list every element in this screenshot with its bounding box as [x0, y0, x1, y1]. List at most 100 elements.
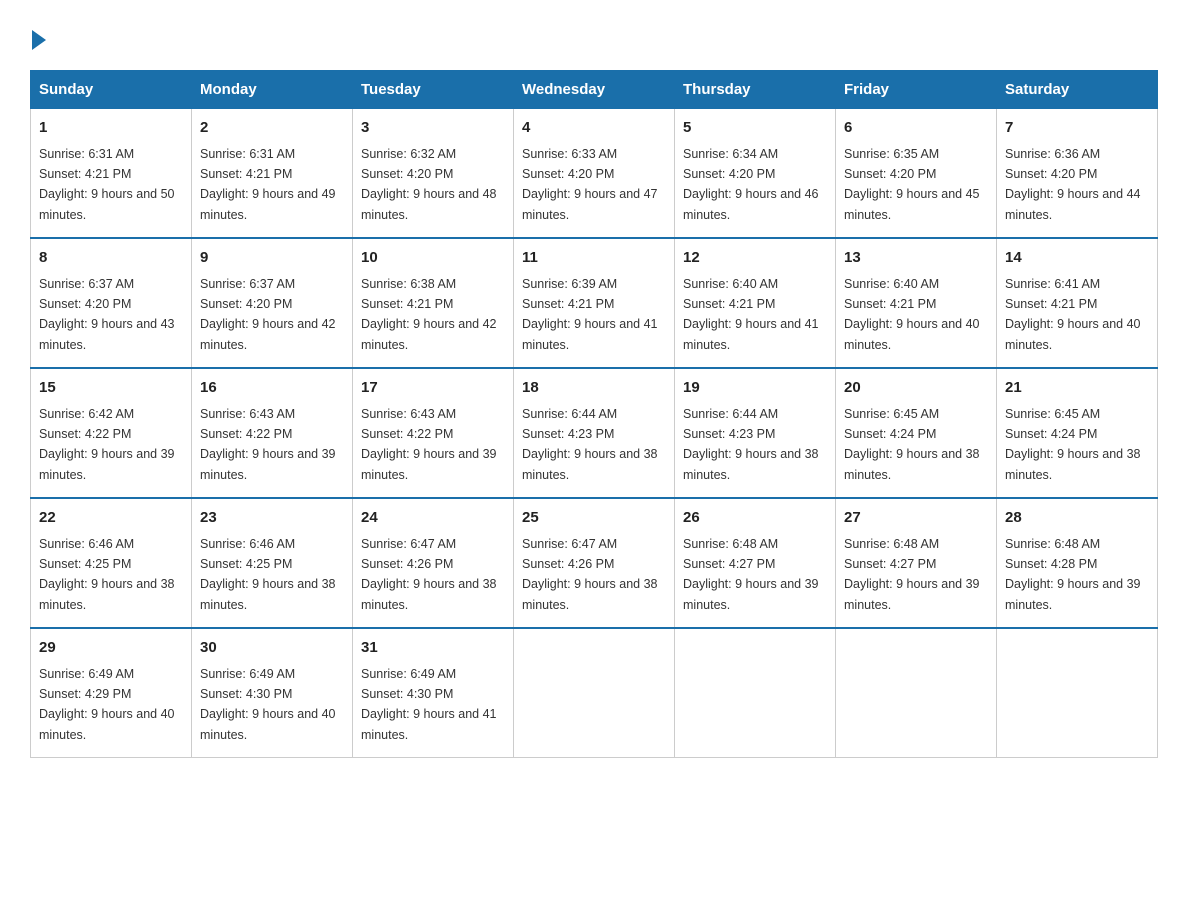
calendar-cell: 28 Sunrise: 6:48 AMSunset: 4:28 PMDaylig…	[997, 498, 1158, 628]
day-info: Sunrise: 6:36 AMSunset: 4:20 PMDaylight:…	[1005, 147, 1141, 222]
day-number: 11	[522, 247, 666, 270]
weekday-header-sunday: Sunday	[31, 71, 192, 109]
weekday-header-saturday: Saturday	[997, 71, 1158, 109]
calendar-cell: 23 Sunrise: 6:46 AMSunset: 4:25 PMDaylig…	[192, 498, 353, 628]
calendar-cell: 11 Sunrise: 6:39 AMSunset: 4:21 PMDaylig…	[514, 238, 675, 368]
calendar-cell: 20 Sunrise: 6:45 AMSunset: 4:24 PMDaylig…	[836, 368, 997, 498]
calendar-cell: 13 Sunrise: 6:40 AMSunset: 4:21 PMDaylig…	[836, 238, 997, 368]
day-info: Sunrise: 6:46 AMSunset: 4:25 PMDaylight:…	[200, 537, 336, 612]
calendar-cell: 30 Sunrise: 6:49 AMSunset: 4:30 PMDaylig…	[192, 628, 353, 758]
calendar-week-row: 8 Sunrise: 6:37 AMSunset: 4:20 PMDayligh…	[31, 238, 1158, 368]
day-info: Sunrise: 6:48 AMSunset: 4:28 PMDaylight:…	[1005, 537, 1141, 612]
calendar-cell: 6 Sunrise: 6:35 AMSunset: 4:20 PMDayligh…	[836, 109, 997, 239]
day-number: 19	[683, 377, 827, 400]
day-number: 18	[522, 377, 666, 400]
calendar-cell: 14 Sunrise: 6:41 AMSunset: 4:21 PMDaylig…	[997, 238, 1158, 368]
day-info: Sunrise: 6:38 AMSunset: 4:21 PMDaylight:…	[361, 277, 497, 352]
day-number: 17	[361, 377, 505, 400]
day-number: 7	[1005, 117, 1149, 140]
day-number: 30	[200, 637, 344, 660]
weekday-header-row: SundayMondayTuesdayWednesdayThursdayFrid…	[31, 71, 1158, 109]
logo	[30, 30, 50, 50]
day-number: 20	[844, 377, 988, 400]
day-info: Sunrise: 6:44 AMSunset: 4:23 PMDaylight:…	[522, 407, 658, 482]
day-number: 8	[39, 247, 183, 270]
page-header	[30, 30, 1158, 50]
day-info: Sunrise: 6:39 AMSunset: 4:21 PMDaylight:…	[522, 277, 658, 352]
day-number: 10	[361, 247, 505, 270]
day-info: Sunrise: 6:32 AMSunset: 4:20 PMDaylight:…	[361, 147, 497, 222]
day-number: 27	[844, 507, 988, 530]
day-info: Sunrise: 6:31 AMSunset: 4:21 PMDaylight:…	[39, 147, 175, 222]
day-number: 29	[39, 637, 183, 660]
day-info: Sunrise: 6:41 AMSunset: 4:21 PMDaylight:…	[1005, 277, 1141, 352]
calendar-cell: 15 Sunrise: 6:42 AMSunset: 4:22 PMDaylig…	[31, 368, 192, 498]
day-number: 6	[844, 117, 988, 140]
weekday-header-wednesday: Wednesday	[514, 71, 675, 109]
day-number: 24	[361, 507, 505, 530]
day-number: 13	[844, 247, 988, 270]
calendar-cell: 10 Sunrise: 6:38 AMSunset: 4:21 PMDaylig…	[353, 238, 514, 368]
day-info: Sunrise: 6:49 AMSunset: 4:30 PMDaylight:…	[361, 667, 497, 742]
day-number: 14	[1005, 247, 1149, 270]
day-number: 3	[361, 117, 505, 140]
day-info: Sunrise: 6:37 AMSunset: 4:20 PMDaylight:…	[39, 277, 175, 352]
day-info: Sunrise: 6:40 AMSunset: 4:21 PMDaylight:…	[844, 277, 980, 352]
calendar-cell: 8 Sunrise: 6:37 AMSunset: 4:20 PMDayligh…	[31, 238, 192, 368]
day-info: Sunrise: 6:40 AMSunset: 4:21 PMDaylight:…	[683, 277, 819, 352]
calendar-cell: 22 Sunrise: 6:46 AMSunset: 4:25 PMDaylig…	[31, 498, 192, 628]
day-number: 1	[39, 117, 183, 140]
day-number: 4	[522, 117, 666, 140]
day-number: 25	[522, 507, 666, 530]
calendar-cell: 2 Sunrise: 6:31 AMSunset: 4:21 PMDayligh…	[192, 109, 353, 239]
calendar-cell: 3 Sunrise: 6:32 AMSunset: 4:20 PMDayligh…	[353, 109, 514, 239]
day-info: Sunrise: 6:37 AMSunset: 4:20 PMDaylight:…	[200, 277, 336, 352]
calendar-cell	[836, 628, 997, 758]
calendar-cell: 7 Sunrise: 6:36 AMSunset: 4:20 PMDayligh…	[997, 109, 1158, 239]
calendar-cell: 12 Sunrise: 6:40 AMSunset: 4:21 PMDaylig…	[675, 238, 836, 368]
day-number: 5	[683, 117, 827, 140]
day-number: 9	[200, 247, 344, 270]
calendar-cell: 26 Sunrise: 6:48 AMSunset: 4:27 PMDaylig…	[675, 498, 836, 628]
day-info: Sunrise: 6:42 AMSunset: 4:22 PMDaylight:…	[39, 407, 175, 482]
calendar-week-row: 15 Sunrise: 6:42 AMSunset: 4:22 PMDaylig…	[31, 368, 1158, 498]
day-number: 26	[683, 507, 827, 530]
day-info: Sunrise: 6:33 AMSunset: 4:20 PMDaylight:…	[522, 147, 658, 222]
day-info: Sunrise: 6:35 AMSunset: 4:20 PMDaylight:…	[844, 147, 980, 222]
calendar-cell: 16 Sunrise: 6:43 AMSunset: 4:22 PMDaylig…	[192, 368, 353, 498]
weekday-header-thursday: Thursday	[675, 71, 836, 109]
calendar-cell: 24 Sunrise: 6:47 AMSunset: 4:26 PMDaylig…	[353, 498, 514, 628]
weekday-header-tuesday: Tuesday	[353, 71, 514, 109]
day-info: Sunrise: 6:46 AMSunset: 4:25 PMDaylight:…	[39, 537, 175, 612]
day-info: Sunrise: 6:48 AMSunset: 4:27 PMDaylight:…	[683, 537, 819, 612]
calendar-cell: 27 Sunrise: 6:48 AMSunset: 4:27 PMDaylig…	[836, 498, 997, 628]
calendar-cell: 18 Sunrise: 6:44 AMSunset: 4:23 PMDaylig…	[514, 368, 675, 498]
day-info: Sunrise: 6:49 AMSunset: 4:29 PMDaylight:…	[39, 667, 175, 742]
calendar-week-row: 29 Sunrise: 6:49 AMSunset: 4:29 PMDaylig…	[31, 628, 1158, 758]
calendar-cell: 9 Sunrise: 6:37 AMSunset: 4:20 PMDayligh…	[192, 238, 353, 368]
calendar-cell	[514, 628, 675, 758]
day-info: Sunrise: 6:34 AMSunset: 4:20 PMDaylight:…	[683, 147, 819, 222]
calendar-cell	[997, 628, 1158, 758]
weekday-header-monday: Monday	[192, 71, 353, 109]
calendar-cell: 17 Sunrise: 6:43 AMSunset: 4:22 PMDaylig…	[353, 368, 514, 498]
day-info: Sunrise: 6:47 AMSunset: 4:26 PMDaylight:…	[522, 537, 658, 612]
calendar-cell: 29 Sunrise: 6:49 AMSunset: 4:29 PMDaylig…	[31, 628, 192, 758]
day-info: Sunrise: 6:43 AMSunset: 4:22 PMDaylight:…	[200, 407, 336, 482]
day-number: 23	[200, 507, 344, 530]
day-number: 16	[200, 377, 344, 400]
day-info: Sunrise: 6:47 AMSunset: 4:26 PMDaylight:…	[361, 537, 497, 612]
logo-arrow-icon	[32, 30, 46, 50]
day-number: 2	[200, 117, 344, 140]
day-info: Sunrise: 6:44 AMSunset: 4:23 PMDaylight:…	[683, 407, 819, 482]
day-info: Sunrise: 6:31 AMSunset: 4:21 PMDaylight:…	[200, 147, 336, 222]
calendar-cell: 19 Sunrise: 6:44 AMSunset: 4:23 PMDaylig…	[675, 368, 836, 498]
weekday-header-friday: Friday	[836, 71, 997, 109]
calendar-week-row: 1 Sunrise: 6:31 AMSunset: 4:21 PMDayligh…	[31, 109, 1158, 239]
calendar-cell: 21 Sunrise: 6:45 AMSunset: 4:24 PMDaylig…	[997, 368, 1158, 498]
day-info: Sunrise: 6:49 AMSunset: 4:30 PMDaylight:…	[200, 667, 336, 742]
calendar-cell: 5 Sunrise: 6:34 AMSunset: 4:20 PMDayligh…	[675, 109, 836, 239]
day-number: 15	[39, 377, 183, 400]
calendar-week-row: 22 Sunrise: 6:46 AMSunset: 4:25 PMDaylig…	[31, 498, 1158, 628]
calendar-table: SundayMondayTuesdayWednesdayThursdayFrid…	[30, 70, 1158, 758]
